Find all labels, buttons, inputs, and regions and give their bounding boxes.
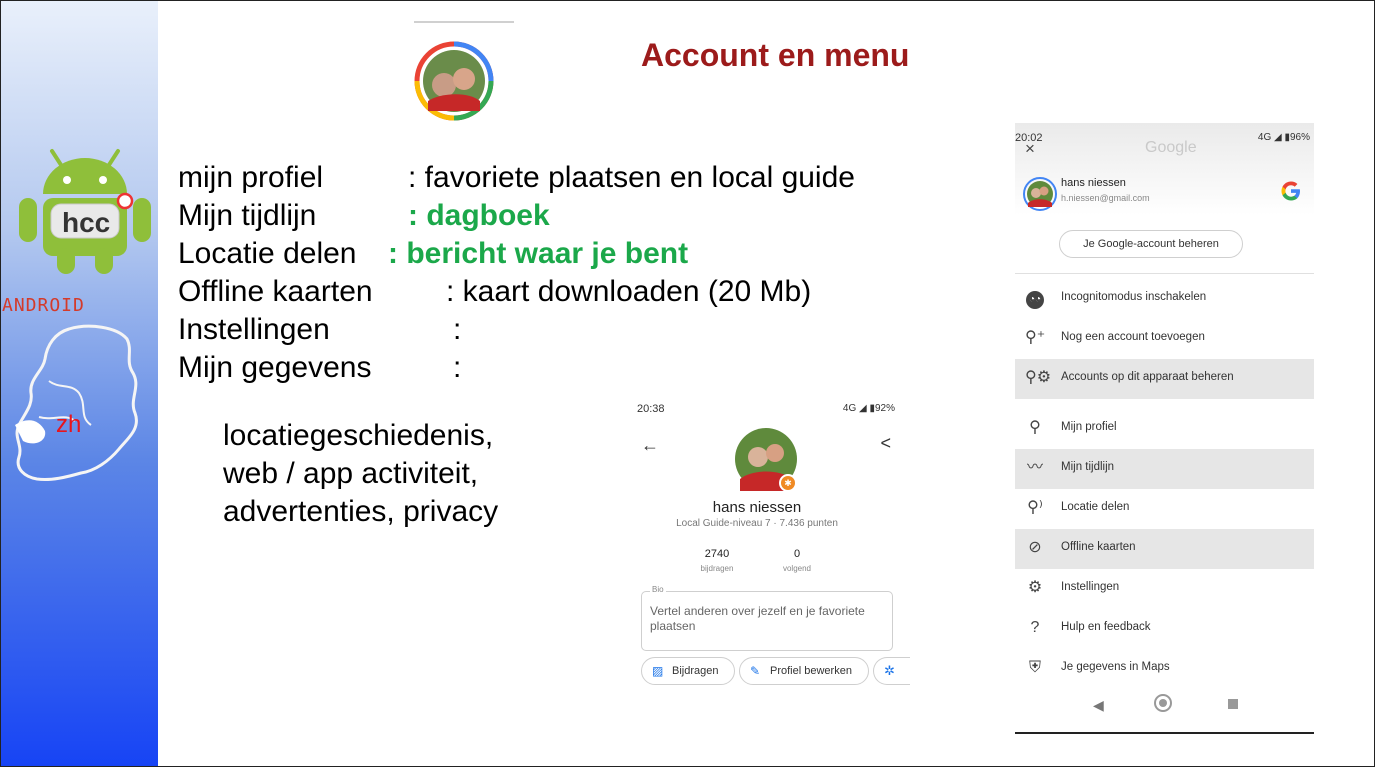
offline-icon: ⊘ <box>1028 539 1042 556</box>
menu-item-my-profile[interactable]: ⚲ Mijn profiel <box>1015 409 1314 449</box>
stat-following-label: volgend <box>782 564 812 573</box>
location-share-icon: ⚲⁾ <box>1027 499 1043 516</box>
sub-item: web / app activiteit, <box>223 457 479 490</box>
nav-recents-icon[interactable] <box>1228 699 1238 709</box>
status-icons: 4G ◢ ▮92% <box>842 403 895 414</box>
contributions-label: Bijdragen <box>672 665 719 677</box>
person-icon: ⚲ <box>1029 419 1041 436</box>
menu-item-offline-maps[interactable]: ⊘ Offline kaarten <box>1015 529 1314 569</box>
contributions-button[interactable]: ▨ Bijdragen <box>641 657 735 685</box>
status-time: 20:38 <box>637 403 665 415</box>
contributions-icon: ▨ <box>652 664 664 678</box>
profile-name: hans niessen <box>712 499 802 516</box>
add-person-icon: ⚲⁺ <box>1025 329 1046 346</box>
menu-item-incognito[interactable]: ◔◔ Incognitomodus inschakelen <box>1015 279 1314 319</box>
help-icon: ? <box>1030 619 1040 636</box>
nav-home-icon[interactable] <box>1154 694 1172 712</box>
share-icon[interactable]: < <box>880 433 891 454</box>
menu-item-timeline[interactable]: 〰 Mijn tijdlijn <box>1015 449 1314 489</box>
zh-label: zh <box>56 411 82 438</box>
menu-item-your-data[interactable]: ⛨ Je gegevens in Maps <box>1015 649 1314 689</box>
item-label: mijn profiel <box>178 161 324 194</box>
svg-text:✱: ✱ <box>784 479 792 489</box>
android-wordmark: ANDROID <box>2 295 85 316</box>
item-label: Instellingen <box>178 313 330 346</box>
slide: hcc ANDROID zh Account en menu mijn prof… <box>0 0 1375 767</box>
menu-item-label: Mijn profiel <box>1061 421 1117 433</box>
item-value-highlight: : bericht waar je bent <box>388 237 689 270</box>
nav-bar-bottom-line <box>1015 732 1314 734</box>
sub-item: advertenties, privacy <box>223 495 499 528</box>
manage-accounts-icon: ⚲⚙ <box>1025 369 1052 386</box>
slide-title: Account en menu <box>641 37 910 73</box>
menu-item-label: Nog een account toevoegen <box>1061 331 1205 343</box>
menu-item-label: Mijn tijdlijn <box>1061 461 1115 473</box>
item-label: Mijn tijdlijn <box>178 199 317 232</box>
google-g-icon <box>1281 181 1300 201</box>
item-value-highlight: : dagboek <box>408 199 550 232</box>
google-avatar-ring <box>414 41 494 121</box>
timeline-icon: 〰 <box>1026 459 1043 476</box>
menu-item-label: Offline kaarten <box>1061 541 1136 553</box>
menu-item-help[interactable]: ? Hulp en feedback <box>1015 609 1314 649</box>
item-value: : favoriete plaatsen en local guide <box>408 161 855 194</box>
menu-item-label: Incognitomodus inschakelen <box>1061 291 1207 303</box>
google-header-logo: Google <box>1145 139 1197 156</box>
bio-placeholder: Vertel anderen over jezelf en je favorie… <box>650 604 865 633</box>
hcc-logo-text: hcc <box>62 207 111 238</box>
manage-google-account-button[interactable]: Je Google-account beheren <box>1059 230 1243 258</box>
bio-field[interactable]: Bio Vertel anderen over jezelf en je fav… <box>641 585 893 651</box>
close-icon[interactable]: × <box>1025 139 1035 159</box>
gear-icon: ⚙ <box>1027 579 1043 596</box>
menu-screen: 20:02 4G ◢ ▮96% × Google hans niessen h.… <box>1015 123 1314 735</box>
stat-contributions-label: bijdragen <box>700 564 734 573</box>
gear-icon: ✲ <box>884 663 895 678</box>
nav-home-dot <box>1159 699 1167 707</box>
status-icons: 4G ◢ ▮96% <box>1257 132 1310 143</box>
item-value: : kaart downloaden (20 Mb) <box>446 275 812 308</box>
incognito-icon: ◔◔ <box>1025 288 1045 309</box>
account-avatar <box>1023 177 1057 211</box>
menu-item-label: Accounts op dit apparaat beheren <box>1061 371 1234 383</box>
menu-item-add-account[interactable]: ⚲⁺ Nog een account toevoegen <box>1015 319 1314 359</box>
netherlands-map-outline <box>15 324 138 481</box>
account-name: hans niessen <box>1061 177 1126 189</box>
back-arrow-icon[interactable]: ← <box>641 435 659 456</box>
menu-item-location-sharing[interactable]: ⚲⁾ Locatie delen <box>1015 489 1314 529</box>
menu-item-settings[interactable]: ⚙ Instellingen <box>1015 569 1314 609</box>
menu-item-label: Instellingen <box>1061 581 1120 593</box>
settings-chip[interactable]: ✲ <box>873 657 910 685</box>
edit-profile-label: Profiel bewerken <box>770 665 852 677</box>
pencil-icon: ✎ <box>750 664 761 678</box>
bio-label: Bio <box>650 585 666 594</box>
menu-item-manage-accounts[interactable]: ⚲⚙ Accounts op dit apparaat beheren <box>1015 359 1314 399</box>
divider-line <box>414 21 514 23</box>
manage-account-label: Je Google-account beheren <box>1083 238 1219 250</box>
menu-divider <box>1015 273 1314 274</box>
sub-item: locatiegeschiedenis, <box>223 419 494 452</box>
item-label: Mijn gegevens <box>178 351 372 384</box>
profile-screen: 20:38 4G ◢ ▮92% ← < ✱ hans niessen Local… <box>627 393 910 693</box>
item-value: : <box>453 313 462 346</box>
stat-following-value: 0 <box>793 548 801 560</box>
local-guide-level: Local Guide-niveau 7 · 7.436 punten <box>676 518 838 529</box>
menu-item-label: Hulp en feedback <box>1061 621 1151 633</box>
menu-item-label: Je gegevens in Maps <box>1061 661 1170 673</box>
item-label: Locatie delen <box>178 237 357 270</box>
item-label: Offline kaarten <box>178 275 373 308</box>
profile-avatar: ✱ <box>735 428 797 491</box>
edit-profile-button[interactable]: ✎ Profiel bewerken <box>739 657 869 685</box>
account-email: h.niessen@gmail.com <box>1061 193 1150 203</box>
nav-back-icon[interactable]: ◀ <box>1093 697 1104 714</box>
stat-contributions-value: 2740 <box>704 548 730 560</box>
sidebar-gradient: hcc ANDROID zh <box>1 1 158 766</box>
item-value: : <box>453 351 462 384</box>
menu-item-label: Locatie delen <box>1061 501 1130 513</box>
shield-icon: ⛨ <box>1028 659 1041 676</box>
